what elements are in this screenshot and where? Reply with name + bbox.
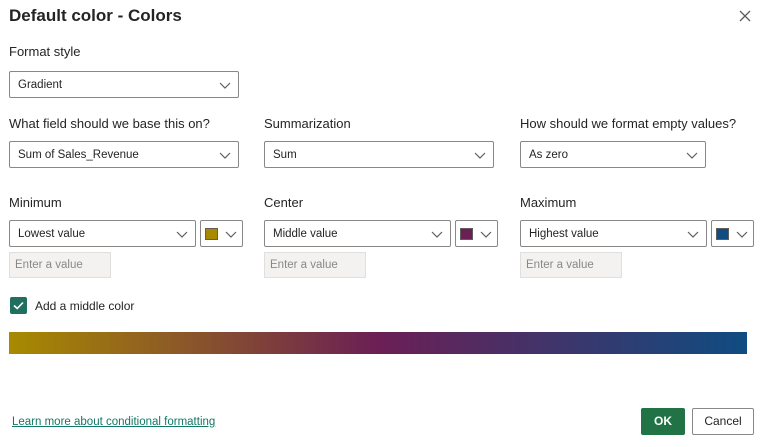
chevron-down-icon (687, 231, 699, 238)
middle-color-checkbox[interactable] (10, 297, 27, 314)
chevron-down-icon (225, 231, 237, 238)
maximum-label: Maximum (520, 195, 577, 210)
base-field-label: What field should we base this on? (9, 116, 210, 131)
chevron-down-icon (474, 152, 486, 159)
minimum-color-swatch (205, 228, 218, 240)
close-icon[interactable] (735, 6, 755, 26)
format-style-label: Format style (9, 44, 81, 59)
summarization-label: Summarization (264, 116, 351, 131)
chevron-down-icon (686, 152, 698, 159)
maximum-color-picker[interactable] (711, 220, 754, 247)
center-value: Middle value (273, 228, 338, 240)
checkmark-icon (13, 301, 24, 310)
format-style-value: Gradient (18, 79, 63, 91)
base-field-dropdown[interactable]: Sum of Sales_Revenue (9, 141, 239, 168)
center-value-input[interactable]: Enter a value (264, 252, 366, 278)
gradient-preview (9, 332, 747, 354)
minimum-value-input[interactable]: Enter a value (9, 252, 111, 278)
maximum-value: Highest value (529, 228, 599, 240)
ok-button[interactable]: OK (641, 408, 685, 435)
base-field-value: Sum of Sales_Revenue (18, 149, 139, 161)
minimum-value: Lowest value (18, 228, 86, 240)
chevron-down-icon (736, 231, 748, 238)
cancel-button[interactable]: Cancel (692, 408, 754, 435)
minimum-dropdown[interactable]: Lowest value (9, 220, 196, 247)
maximum-value-input[interactable]: Enter a value (520, 252, 622, 278)
dialog-title: Default color - Colors (9, 6, 182, 25)
chevron-down-icon (219, 152, 231, 159)
chevron-down-icon (480, 231, 492, 238)
chevron-down-icon (431, 231, 443, 238)
summarization-dropdown[interactable]: Sum (264, 141, 494, 168)
empty-values-label: How should we format empty values? (520, 116, 737, 131)
chevron-down-icon (176, 231, 188, 238)
middle-color-label: Add a middle color (35, 299, 135, 313)
maximum-color-swatch (716, 228, 729, 240)
center-dropdown[interactable]: Middle value (264, 220, 451, 247)
center-color-picker[interactable] (455, 220, 498, 247)
center-color-swatch (460, 228, 473, 240)
maximum-dropdown[interactable]: Highest value (520, 220, 707, 247)
summarization-value: Sum (273, 149, 297, 161)
center-label: Center (264, 195, 304, 210)
empty-values-value: As zero (529, 149, 568, 161)
empty-values-dropdown[interactable]: As zero (520, 141, 706, 168)
minimum-label: Minimum (9, 195, 62, 210)
learn-more-link[interactable]: Learn more about conditional formatting (12, 416, 215, 428)
conditional-format-dialog: Default color - Colors Format style Grad… (0, 0, 762, 447)
format-style-dropdown[interactable]: Gradient (9, 71, 239, 98)
minimum-color-picker[interactable] (200, 220, 243, 247)
chevron-down-icon (219, 82, 231, 89)
